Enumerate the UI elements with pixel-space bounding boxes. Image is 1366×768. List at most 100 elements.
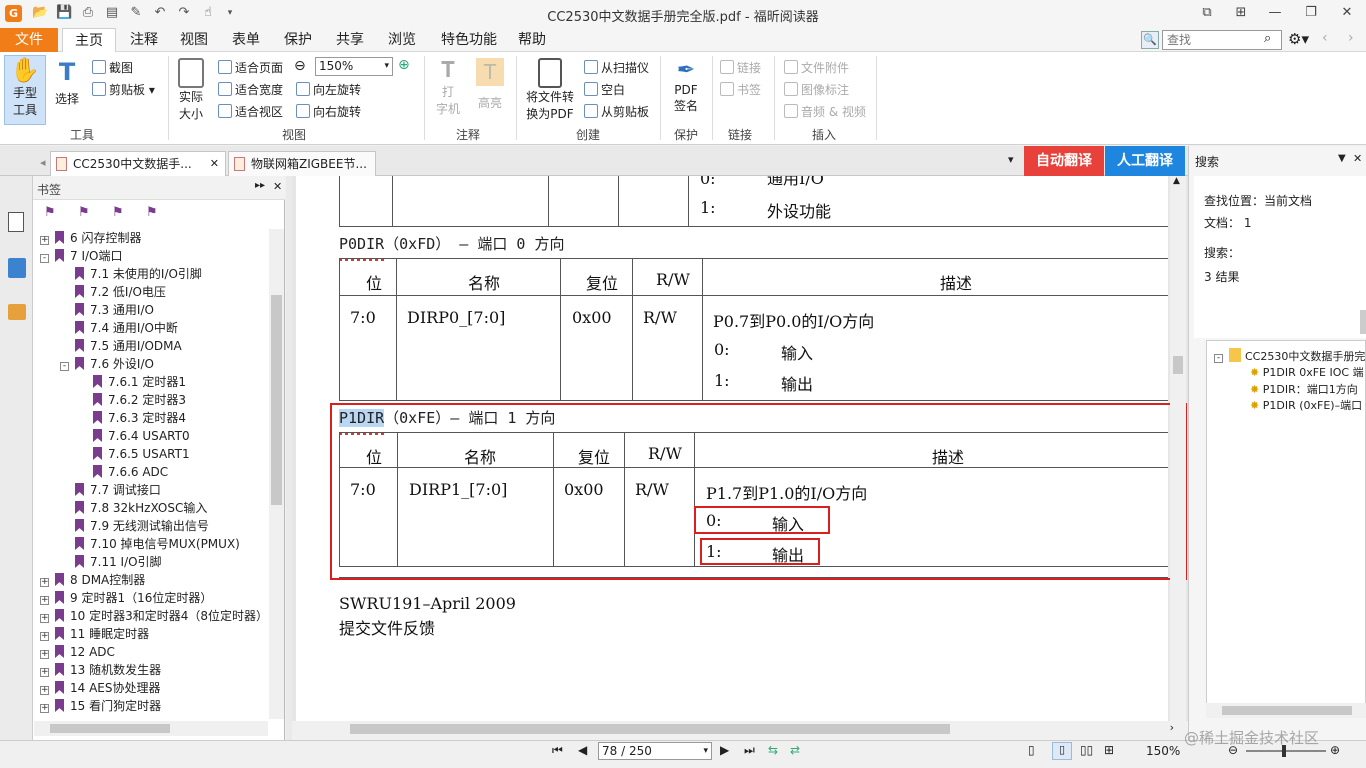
bookmark-item[interactable]: 7.6.2 定时器3: [38, 391, 268, 409]
tab-home[interactable]: 主页: [62, 28, 116, 53]
bookmark-item[interactable]: 7.10 掉电信号MUX(PMUX): [38, 535, 268, 553]
panel-scroll-thumb[interactable]: [1360, 310, 1366, 334]
result-root[interactable]: - CC2530中文数据手册完: [1214, 348, 1366, 364]
expand-icon[interactable]: +: [40, 632, 49, 641]
audio-video-button[interactable]: 音频 & 视频: [784, 103, 866, 120]
bookmark-item[interactable]: 7.8 32kHzXOSC输入: [38, 499, 268, 517]
bookmark-item[interactable]: +13 随机数发生器: [38, 661, 268, 679]
page-number-input[interactable]: 78 / 250 ▾: [598, 742, 712, 760]
splitter-handle[interactable]: [286, 176, 292, 740]
panel-menu-chevron-icon[interactable]: ▼: [1338, 153, 1346, 164]
file-menu[interactable]: 文件: [0, 28, 58, 52]
blank-button[interactable]: 空白: [584, 81, 625, 98]
zoom-slider[interactable]: [1246, 745, 1326, 757]
bookmark-item[interactable]: +10 定时器3和定时器4（8位定时器）: [38, 607, 268, 625]
scroll-thumb[interactable]: [350, 724, 950, 734]
manual-translate-button[interactable]: 人工翻译: [1105, 146, 1185, 176]
tab-document-1[interactable]: CC2530中文数据手... ✕: [50, 151, 226, 176]
expand-icon[interactable]: +: [40, 704, 49, 713]
add-bookmark-icon[interactable]: ⚑: [78, 205, 90, 220]
fit-visible-button[interactable]: 适合视区: [218, 103, 283, 120]
bookmark-item[interactable]: +14 AES协处理器: [38, 679, 268, 697]
rotate-left-button[interactable]: 向左旋转: [296, 81, 361, 98]
bookmark-item[interactable]: 7.11 I/O引脚: [38, 553, 268, 571]
bookmark-item[interactable]: +15 看门狗定时器: [38, 697, 268, 715]
collapse-icon[interactable]: -: [1214, 354, 1223, 363]
bookmark-item[interactable]: +6 闪存控制器: [38, 229, 268, 247]
typewriter-button[interactable]: 𝐓 打 字机: [430, 58, 466, 117]
tab-features[interactable]: 特色功能: [434, 28, 504, 52]
collapse-icon[interactable]: -: [40, 254, 49, 263]
scroll-thumb[interactable]: [1173, 356, 1183, 374]
minimize-button[interactable]: —: [1260, 2, 1290, 24]
collapse-icon[interactable]: -: [60, 362, 69, 371]
tab-form[interactable]: 表单: [226, 28, 266, 52]
bookmark-button[interactable]: 书签: [720, 81, 761, 98]
tab-comment[interactable]: 注释: [124, 28, 164, 52]
search-result-item[interactable]: ✸ P1DIR 0xFE IOC 端: [1250, 364, 1366, 380]
bookmark-options-icon[interactable]: ⚑: [44, 205, 56, 220]
expand-icon[interactable]: +: [40, 686, 49, 695]
single-page-icon[interactable]: ▯: [1028, 743, 1035, 757]
tab-share[interactable]: 共享: [330, 28, 370, 52]
zoom-in-status-icon[interactable]: ⊕: [1330, 743, 1340, 757]
image-annotation-button[interactable]: 图像标注: [784, 81, 849, 98]
convert-to-pdf-button[interactable]: 将文件转 换为PDF: [522, 58, 578, 122]
facing-page-icon[interactable]: ▯▯: [1080, 743, 1093, 757]
scroll-up-icon[interactable]: ▲: [1173, 176, 1180, 186]
expand-panel-icon[interactable]: ▸▸: [255, 180, 265, 191]
file-attachment-button[interactable]: 文件附件: [784, 59, 849, 76]
bookmark-item[interactable]: +8 DMA控制器: [38, 571, 268, 589]
last-page-icon[interactable]: ⏭: [744, 743, 755, 758]
link-button[interactable]: 链接: [720, 59, 761, 76]
bookmark-item[interactable]: 7.2 低I/O电压: [38, 283, 268, 301]
select-tool-button[interactable]: T 选择: [50, 58, 84, 118]
tab-view[interactable]: 视图: [174, 28, 214, 52]
footer-feedback-link[interactable]: 提交文件反馈: [339, 615, 435, 639]
bookmark-item[interactable]: +11 睡眠定时器: [38, 625, 268, 643]
document-vscroll[interactable]: ▲: [1170, 176, 1186, 721]
expand-icon[interactable]: +: [40, 596, 49, 605]
zoom-out-icon[interactable]: ⊖: [294, 58, 306, 74]
document-hscroll[interactable]: ›: [292, 721, 1188, 737]
bookmark-item[interactable]: 7.5 通用I/ODMA: [38, 337, 268, 355]
nav-forward-icon[interactable]: ›: [1348, 30, 1354, 46]
delete-bookmark-icon[interactable]: ⚑: [146, 205, 158, 220]
scroll-thumb[interactable]: [50, 724, 170, 733]
bookmark-item[interactable]: 7.4 通用I/O中断: [38, 319, 268, 337]
settings-gear-icon[interactable]: ⚙▾: [1288, 30, 1309, 48]
zoom-level[interactable]: 150%: [1146, 744, 1180, 758]
screenshot-button[interactable]: 截图: [92, 59, 133, 76]
highlight-button[interactable]: T 高亮: [472, 58, 508, 111]
rotate-right-button[interactable]: 向右旋转: [296, 103, 361, 120]
first-page-icon[interactable]: ⏮: [552, 743, 563, 758]
tab-list-chevron-icon[interactable]: ▾: [1008, 153, 1014, 166]
close-button[interactable]: ✕: [1332, 2, 1362, 24]
tab-help[interactable]: 帮助: [512, 28, 552, 52]
move-bookmark-icon[interactable]: ⚑: [112, 205, 124, 220]
prev-view-icon[interactable]: ⇆: [768, 743, 778, 757]
continuous-page-icon[interactable]: ▯: [1052, 742, 1072, 760]
search-result-item[interactable]: ✸ P1DIR：端口1方向: [1250, 381, 1366, 397]
bookmark-item[interactable]: 7.6.3 定时器4: [38, 409, 268, 427]
zoom-select[interactable]: 150% ▾: [315, 57, 393, 76]
tab-document-2[interactable]: 物联网箱ZIGBEE节...: [228, 151, 376, 176]
bookmark-item[interactable]: +12 ADC: [38, 643, 268, 661]
bookmark-item[interactable]: 7.7 调试接口: [38, 481, 268, 499]
bookmark-item[interactable]: +9 定时器1（16位定时器）: [38, 589, 268, 607]
next-view-icon[interactable]: ⇄: [790, 743, 800, 757]
close-panel-icon[interactable]: ✕: [273, 180, 282, 193]
auto-translate-button[interactable]: 自动翻译: [1024, 146, 1104, 176]
expand-icon[interactable]: +: [40, 614, 49, 623]
zoom-in-icon[interactable]: ⊕: [398, 57, 410, 73]
fit-width-button[interactable]: 适合宽度: [218, 81, 283, 98]
continuous-facing-icon[interactable]: ⊞: [1104, 743, 1114, 757]
expand-icon[interactable]: +: [40, 668, 49, 677]
restore-mode-icon[interactable]: ⧉: [1192, 2, 1222, 24]
bookmark-item[interactable]: 7.9 无线测试输出信号: [38, 517, 268, 535]
pdf-sign-button[interactable]: ✒ PDF 签名: [666, 58, 706, 114]
from-scanner-button[interactable]: 从扫描仪: [584, 59, 649, 76]
pages-panel-icon[interactable]: [8, 258, 26, 278]
maximize-button[interactable]: ❐: [1296, 2, 1326, 24]
grid-icon[interactable]: ⊞: [1226, 2, 1256, 24]
